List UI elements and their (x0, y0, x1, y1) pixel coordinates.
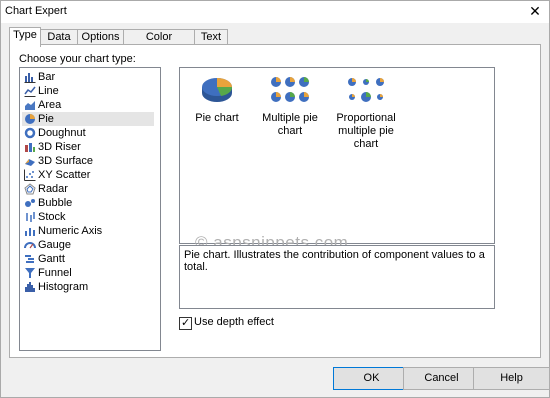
help-button[interactable]: Help (473, 367, 550, 390)
chart-type-item-radar[interactable]: Radar (22, 182, 154, 196)
chart-type-label: Numeric Axis (38, 225, 103, 237)
checkmark-icon: ✓ (181, 317, 191, 329)
subtype-label: Pie chart (195, 112, 239, 124)
chart-type-item-xy-scatter[interactable]: XY Scatter (22, 168, 154, 182)
close-icon[interactable]: ✕ (527, 3, 543, 19)
subtype-pie-chart[interactable]: Pie chart (192, 74, 242, 125)
chart-type-item-gantt[interactable]: Gantt (22, 252, 154, 266)
chart-type-item-histogram[interactable]: Histogram (22, 280, 154, 294)
multiple-pie-chart-subtype-icon (271, 77, 309, 102)
use-depth-effect-checkbox[interactable]: ✓ (179, 317, 192, 330)
bubble-chart-icon (25, 199, 35, 207)
chart-type-label: Stock (38, 211, 66, 223)
chart-type-label: Doughnut (38, 127, 86, 139)
chart-type-label: Bar (38, 71, 56, 83)
3d-riser-icon (25, 143, 35, 152)
xy-scatter-icon (24, 169, 36, 181)
window-title: Chart Expert (5, 5, 67, 17)
chart-type-item-pie[interactable]: Pie (22, 112, 154, 126)
subtype-proportional-multiple-pie-chart[interactable]: Proportional multiple pie chart (326, 74, 406, 151)
chart-type-item-bubble[interactable]: Bubble (22, 196, 154, 210)
chart-type-label: Bubble (38, 197, 73, 209)
pie-chart-icon (25, 114, 35, 124)
chart-type-label: Histogram (38, 281, 89, 293)
chart-type-item-funnel[interactable]: Funnel (22, 266, 154, 280)
chart-description-box: Pie chart. Illustrates the contribution … (179, 245, 495, 309)
type-tab-panel: Choose your chart type: Bar Line Area Pi… (9, 44, 541, 358)
gantt-chart-icon (25, 255, 34, 263)
doughnut-chart-icon (24, 127, 36, 139)
histogram-chart-icon (25, 282, 35, 292)
chart-type-list[interactable]: Bar Line Area Pie Doughnut 3D Riser 3D S… (19, 67, 161, 351)
chart-type-item-3d-surface[interactable]: 3D Surface (22, 154, 154, 168)
cancel-button[interactable]: Cancel (403, 367, 480, 390)
subtype-label: multiple pie chart (338, 125, 394, 150)
chart-type-label: Pie (38, 113, 54, 125)
chart-type-item-gauge[interactable]: Gauge (22, 238, 154, 252)
chart-type-label: Line (38, 85, 59, 97)
chart-type-item-3d-riser[interactable]: 3D Riser (22, 140, 154, 154)
use-depth-effect-label[interactable]: Use depth effect (194, 316, 274, 328)
subtype-label: Multiple pie chart (262, 112, 318, 137)
chart-type-item-bar[interactable]: Bar (22, 70, 154, 84)
chart-type-label: Area (38, 99, 62, 111)
chart-description-text: Pie chart. Illustrates the contribution … (184, 249, 485, 273)
ok-button[interactable]: OK (333, 367, 410, 390)
chart-type-label: Funnel (38, 267, 72, 279)
tab-type[interactable]: Type (9, 27, 41, 47)
bar-chart-icon (24, 73, 36, 83)
chart-type-label: Radar (38, 183, 68, 195)
chart-type-label: Gauge (38, 239, 72, 251)
chart-type-label: XY Scatter (38, 169, 91, 181)
subtype-label: Proportional (336, 112, 396, 124)
choose-chart-type-label: Choose your chart type: (19, 53, 136, 65)
radar-chart-icon (24, 183, 36, 195)
funnel-chart-icon (25, 268, 35, 278)
chart-type-item-doughnut[interactable]: Doughnut (22, 126, 154, 140)
area-chart-icon (25, 101, 35, 110)
line-chart-icon (24, 86, 36, 97)
chart-type-item-area[interactable]: Area (22, 98, 154, 112)
numeric-axis-icon (25, 228, 35, 236)
gauge-chart-icon (24, 242, 36, 249)
chart-type-item-numeric-axis[interactable]: Numeric Axis (22, 224, 154, 238)
proportional-multiple-pie-chart-subtype-icon (348, 78, 384, 102)
3d-surface-icon (25, 159, 35, 166)
subtype-multiple-pie-chart[interactable]: Multiple pie chart (254, 74, 326, 138)
title-bar: Chart Expert ✕ (1, 1, 549, 23)
chart-expert-dialog: Chart Expert ✕ Type Data Options Color H… (0, 0, 550, 398)
stock-chart-icon (26, 212, 35, 222)
chart-type-item-line[interactable]: Line (22, 84, 154, 98)
chart-type-label: Gantt (38, 253, 65, 265)
chart-type-item-stock[interactable]: Stock (22, 210, 154, 224)
chart-subtype-gallery: Pie chart Multiple pie chart Proportiona… (179, 67, 495, 244)
pie-chart-subtype-icon (202, 78, 233, 102)
chart-type-label: 3D Surface (38, 155, 94, 167)
chart-type-label: 3D Riser (38, 141, 81, 153)
